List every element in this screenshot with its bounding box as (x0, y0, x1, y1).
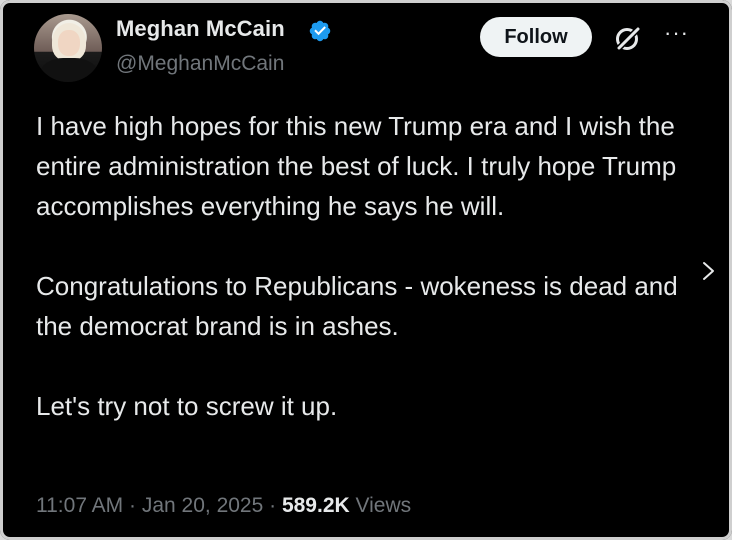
tweet-paragraph: Let's try not to screw it up. (36, 391, 338, 421)
views-count[interactable]: 589.2K (282, 494, 350, 517)
author-name[interactable]: Meghan McCain (116, 16, 285, 42)
chevron-right-icon[interactable] (700, 258, 718, 284)
tweet-paragraph: Congratulations to Republicans - wokenes… (36, 271, 685, 341)
verified-badge-icon (309, 20, 331, 42)
views-label: Views (355, 494, 412, 517)
avatar[interactable] (34, 14, 102, 82)
meta-separator: · (263, 494, 282, 517)
tweet-meta: 11:07 AM · Jan 20, 2025 · 589.2K Views (36, 494, 411, 518)
tweet-card: Meghan McCain @MeghanMcCain Follow ··· I… (0, 0, 732, 540)
meta-separator: · (123, 494, 142, 517)
avatar-face (58, 30, 80, 56)
tweet-paragraph: I have high hopes for this new Trump era… (36, 111, 684, 221)
more-icon[interactable]: ··· (664, 22, 694, 48)
grok-icon[interactable] (612, 22, 644, 54)
avatar-body (40, 58, 98, 82)
tweet-time[interactable]: 11:07 AM (36, 494, 123, 517)
author-handle[interactable]: @MeghanMcCain (116, 52, 284, 76)
tweet-body: I have high hopes for this new Trump era… (36, 106, 706, 426)
follow-button[interactable]: Follow (480, 17, 592, 57)
tweet-date[interactable]: Jan 20, 2025 (142, 494, 263, 517)
